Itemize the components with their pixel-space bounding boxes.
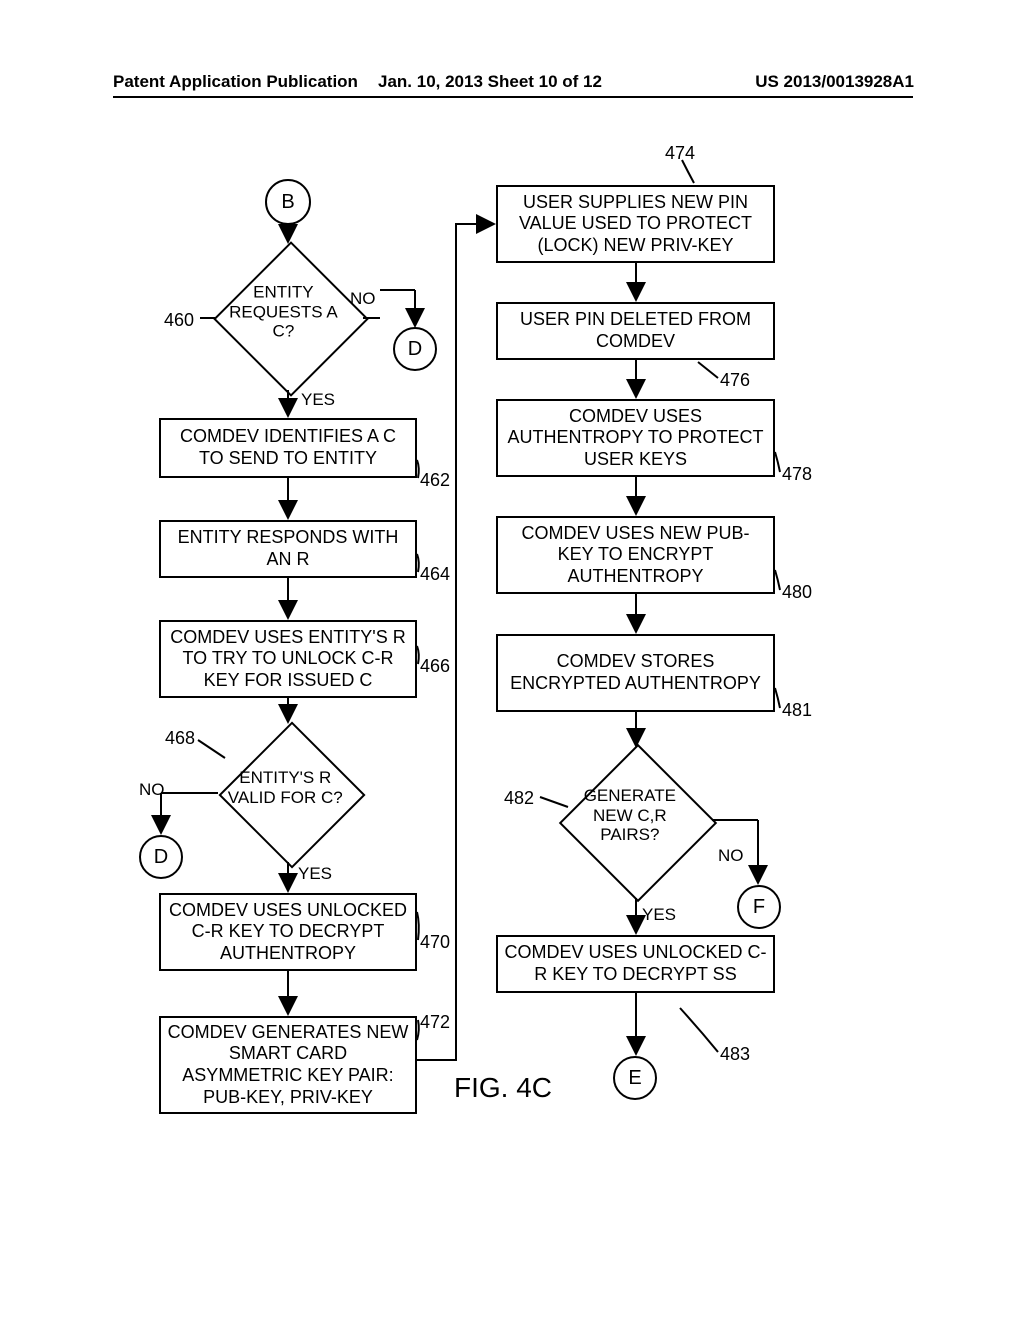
connector-e: E [613,1056,657,1100]
box-472: COMDEV GENERATES NEW SMART CARD ASYMMETR… [159,1016,417,1114]
figure-label: FIG. 4C [454,1072,552,1104]
yes-label-468: YES [298,864,332,884]
box-476: USER PIN DELETED FROM COMDEV [496,302,775,360]
box-478: COMDEV USES AUTHENTROPY TO PROTECT USER … [496,399,775,477]
box-462: COMDEV IDENTIFIES A C TO SEND TO ENTITY [159,418,417,478]
box-466: COMDEV USES ENTITY'S R TO TRY TO UNLOCK … [159,620,417,698]
ref-478: 478 [782,464,812,485]
box-480: COMDEV USES NEW PUB-KEY TO ENCRYPT AUTHE… [496,516,775,594]
ref-460: 460 [164,310,194,331]
connector-d-top: D [393,327,437,371]
box-483: COMDEV USES UNLOCKED C-R KEY TO DECRYPT … [496,935,775,993]
connector-d-bottom: D [139,835,183,879]
ref-472: 472 [420,1012,450,1033]
no-label-482: NO [718,846,744,866]
no-label-468: NO [139,780,165,800]
decision-468: ENTITY'S R VALID FOR C? [218,721,365,868]
header-mid: Jan. 10, 2013 Sheet 10 of 12 [378,72,602,92]
decision-482: GENERATE NEW C,R PAIRS? [559,744,717,902]
header-right: US 2013/0013928A1 [755,72,914,92]
ref-482: 482 [504,788,534,809]
ref-466: 466 [420,656,450,677]
box-474: USER SUPPLIES NEW PIN VALUE USED TO PROT… [496,185,775,263]
no-label-460: NO [350,289,376,309]
header-left: Patent Application Publication [113,72,358,92]
patent-figure-page: Patent Application Publication Jan. 10, … [0,0,1024,1320]
decision-460: ENTITY REQUESTS A C? [213,241,369,397]
ref-468: 468 [165,728,195,749]
decision-460-text: ENTITY REQUESTS A C? [220,282,347,341]
ref-462: 462 [420,470,450,491]
yes-label-482: YES [642,905,676,925]
ref-464: 464 [420,564,450,585]
header-rule [113,96,913,98]
decision-468-text: ENTITY'S R VALID FOR C? [225,768,345,807]
connector-f: F [737,885,781,929]
connector-b: B [265,179,311,225]
ref-474: 474 [665,143,695,164]
decision-482-text: GENERATE NEW C,R PAIRS? [566,786,696,845]
box-470: COMDEV USES UNLOCKED C-R KEY TO DECRYPT … [159,893,417,971]
ref-480: 480 [782,582,812,603]
ref-470: 470 [420,932,450,953]
box-464: ENTITY RESPONDS WITH AN R [159,520,417,578]
box-481: COMDEV STORES ENCRYPTED AUTHENTROPY [496,634,775,712]
ref-481: 481 [782,700,812,721]
ref-483: 483 [720,1044,750,1065]
ref-476: 476 [720,370,750,391]
yes-label-460: YES [301,390,335,410]
